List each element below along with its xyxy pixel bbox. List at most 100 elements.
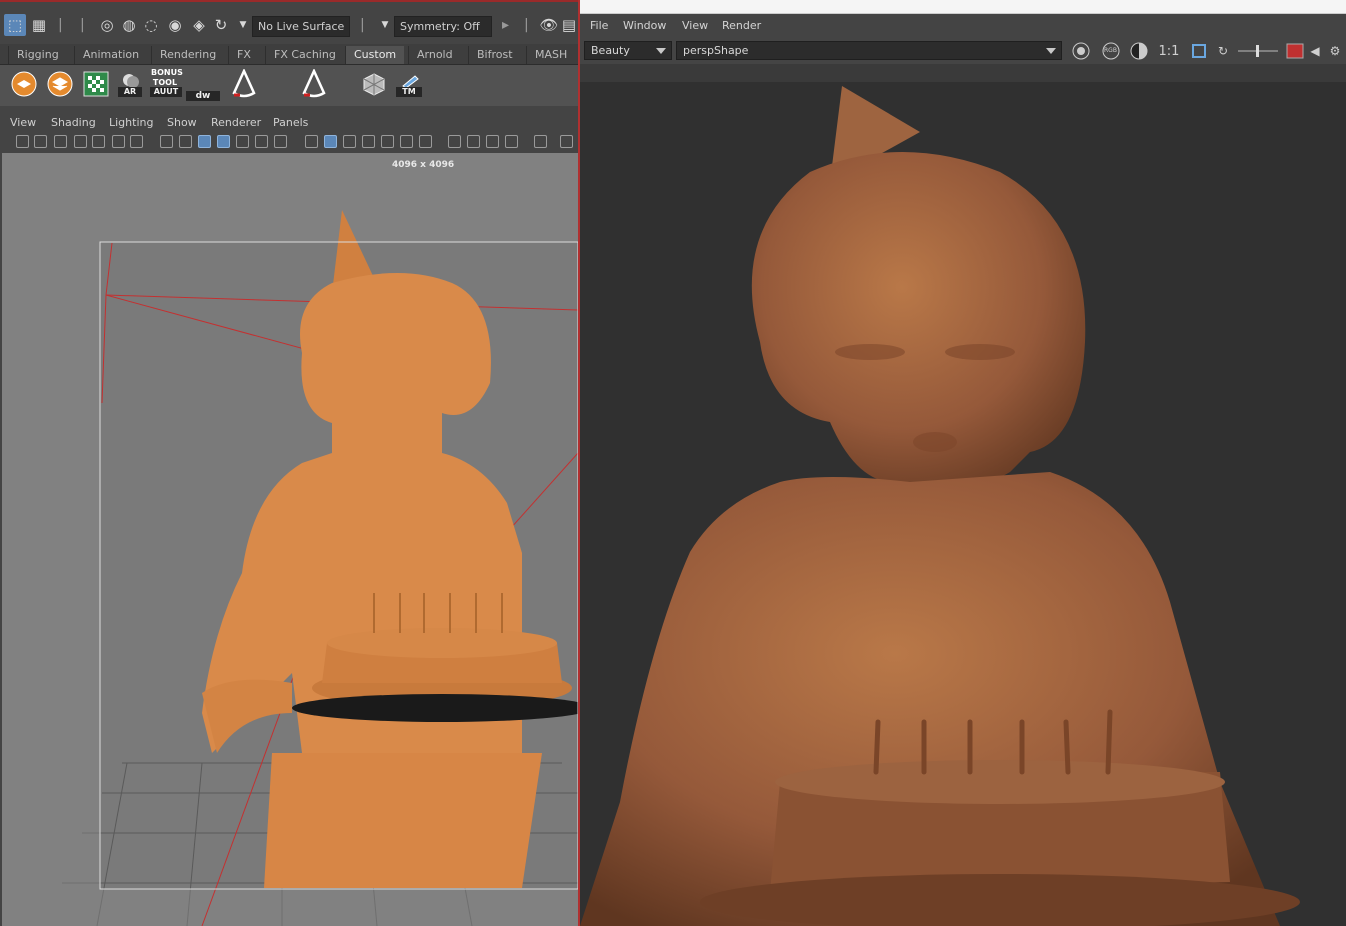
- render-icon[interactable]: [1072, 42, 1090, 60]
- custom-shelf: AR BONUS TOOL AUUT dw TM: [0, 64, 578, 106]
- snap-grid-icon[interactable]: ◎: [96, 14, 118, 36]
- render-image[interactable]: [580, 82, 1346, 926]
- renderview-menu-bar: File Window View Render: [580, 14, 1346, 38]
- checker-texture-icon[interactable]: [82, 70, 110, 98]
- wireframe-icon[interactable]: [305, 135, 318, 148]
- symmetry-field[interactable]: Symmetry: Off: [394, 16, 492, 37]
- camera-icon[interactable]: [16, 135, 29, 148]
- grease-pencil-icon[interactable]: [130, 135, 143, 148]
- snap-view-icon[interactable]: ◉: [164, 14, 186, 36]
- arnold-light-icon[interactable]: [230, 69, 258, 98]
- separator: |: [360, 17, 365, 33]
- auut-label[interactable]: AUUT: [150, 87, 182, 97]
- ar-label: AR: [118, 87, 142, 97]
- layers-white-icon[interactable]: [46, 70, 74, 98]
- camera-attrs-icon[interactable]: [34, 135, 47, 148]
- menu-render[interactable]: Render: [722, 19, 761, 32]
- maya-main-window: ⬚ ▦ | | ◎ ◍ ◌ ◉ ◈ ↻ ▼ No Live Surface | …: [0, 0, 580, 926]
- menu-shading[interactable]: Shading: [51, 116, 96, 129]
- status-line: ⬚ ▦ | | ◎ ◍ ◌ ◉ ◈ ↻ ▼ No Live Surface | …: [0, 0, 578, 42]
- layers-orange-icon[interactable]: [10, 70, 38, 98]
- safe-action-icon[interactable]: [255, 135, 268, 148]
- gear-icon[interactable]: ⚙: [1326, 42, 1344, 60]
- anti-aliasing-icon[interactable]: [467, 135, 480, 148]
- select-tool-icon[interactable]: ⬚: [4, 14, 26, 36]
- aov-value: Beauty: [591, 44, 630, 57]
- live-surface-field[interactable]: No Live Surface: [252, 16, 350, 37]
- menu-show[interactable]: Show: [167, 116, 197, 129]
- snap-point-icon[interactable]: ◌: [140, 14, 162, 36]
- tab-bifrost[interactable]: Bifrost: [468, 46, 521, 64]
- crop-region-icon[interactable]: [1190, 42, 1208, 60]
- depth-of-field-icon[interactable]: [486, 135, 499, 148]
- snap-surface-icon[interactable]: ◈: [188, 14, 210, 36]
- clapper-icon[interactable]: ▤: [558, 14, 578, 36]
- resolution-gate-icon[interactable]: [198, 135, 211, 148]
- film-gate-icon[interactable]: [179, 135, 192, 148]
- menu-lighting[interactable]: Lighting: [109, 116, 153, 129]
- use-all-lights-icon[interactable]: [381, 135, 394, 148]
- menu-view[interactable]: View: [682, 19, 708, 32]
- wireframe-on-shaded-icon[interactable]: [343, 135, 356, 148]
- separator: |: [80, 17, 85, 33]
- tab-rendering[interactable]: Rendering: [151, 46, 224, 64]
- 2d-pan-icon[interactable]: [112, 135, 125, 148]
- dw-label[interactable]: dw: [186, 91, 220, 101]
- field-chart-icon[interactable]: [236, 135, 249, 148]
- snap-curve-icon[interactable]: ◍: [118, 14, 140, 36]
- tab-custom[interactable]: Custom: [345, 46, 405, 64]
- gate-mask-icon[interactable]: [217, 135, 230, 148]
- tab-animation[interactable]: Animation: [74, 46, 147, 64]
- menu-renderer[interactable]: Renderer: [211, 116, 261, 129]
- image-plane-icon[interactable]: [92, 135, 105, 148]
- textured-icon[interactable]: [362, 135, 375, 148]
- arnold-area-light-icon[interactable]: [300, 69, 328, 98]
- bonus-tool-label[interactable]: BONUS TOOL: [148, 68, 183, 88]
- window-titlebar[interactable]: [580, 0, 1346, 14]
- xray-icon[interactable]: [534, 135, 547, 148]
- menu-file[interactable]: File: [590, 19, 608, 32]
- tab-fx[interactable]: FX: [228, 46, 259, 64]
- tab-fx-caching[interactable]: FX Caching: [265, 46, 344, 64]
- grid-icon[interactable]: [160, 135, 173, 148]
- exposure-icon[interactable]: [1130, 42, 1148, 60]
- menu-window[interactable]: Window: [623, 19, 666, 32]
- chevron-down-icon: [1046, 48, 1056, 54]
- chevron-down-icon: [656, 48, 666, 54]
- rgb-channels-icon[interactable]: RGB: [1102, 42, 1120, 60]
- aov-dropdown[interactable]: Beauty: [584, 41, 672, 60]
- isolate-select-icon[interactable]: [505, 135, 518, 148]
- chevron-down-icon[interactable]: ▼: [232, 14, 254, 36]
- exposure-slider[interactable]: [1236, 42, 1280, 60]
- tab-rigging[interactable]: Rigging: [8, 46, 67, 64]
- speaker-icon[interactable]: ◀: [1306, 42, 1324, 60]
- perspective-viewport[interactable]: [2, 153, 578, 926]
- flag-icon[interactable]: [74, 135, 87, 148]
- camera-dropdown[interactable]: perspShape: [676, 41, 1062, 60]
- menu-view[interactable]: View: [10, 116, 36, 129]
- chevron-down-icon[interactable]: ▼: [374, 14, 396, 36]
- menu-panels[interactable]: Panels: [273, 116, 308, 129]
- resolution-label: 4096 x 4096: [392, 160, 455, 170]
- refresh-icon[interactable]: ↻: [1214, 42, 1232, 60]
- tab-arnold[interactable]: Arnold: [408, 46, 461, 64]
- zoom-level[interactable]: 1:1: [1158, 42, 1180, 60]
- snap-vertex-icon[interactable]: ↻: [210, 14, 232, 36]
- motion-blur-icon[interactable]: [448, 135, 461, 148]
- shadows-icon[interactable]: [400, 135, 413, 148]
- stop-render-icon[interactable]: [1286, 42, 1304, 60]
- smooth-shade-icon[interactable]: [324, 135, 337, 148]
- shelf-tabs: Rigging Animation Rendering FX FX Cachin…: [0, 44, 578, 64]
- viewport-toolbar: [0, 132, 578, 152]
- safe-title-icon[interactable]: [274, 135, 287, 148]
- separator: |: [58, 17, 63, 33]
- separator: ▸: [502, 17, 510, 33]
- tab-mash[interactable]: MASH: [526, 46, 575, 64]
- xray-joints-icon[interactable]: [560, 135, 573, 148]
- separator: |: [524, 17, 529, 33]
- render-view-icon[interactable]: 👁: [538, 14, 560, 36]
- bookmark-icon[interactable]: [54, 135, 67, 148]
- ambient-occlusion-icon[interactable]: [419, 135, 432, 148]
- lasso-select-icon[interactable]: ▦: [28, 14, 50, 36]
- cube-icon[interactable]: [360, 70, 388, 98]
